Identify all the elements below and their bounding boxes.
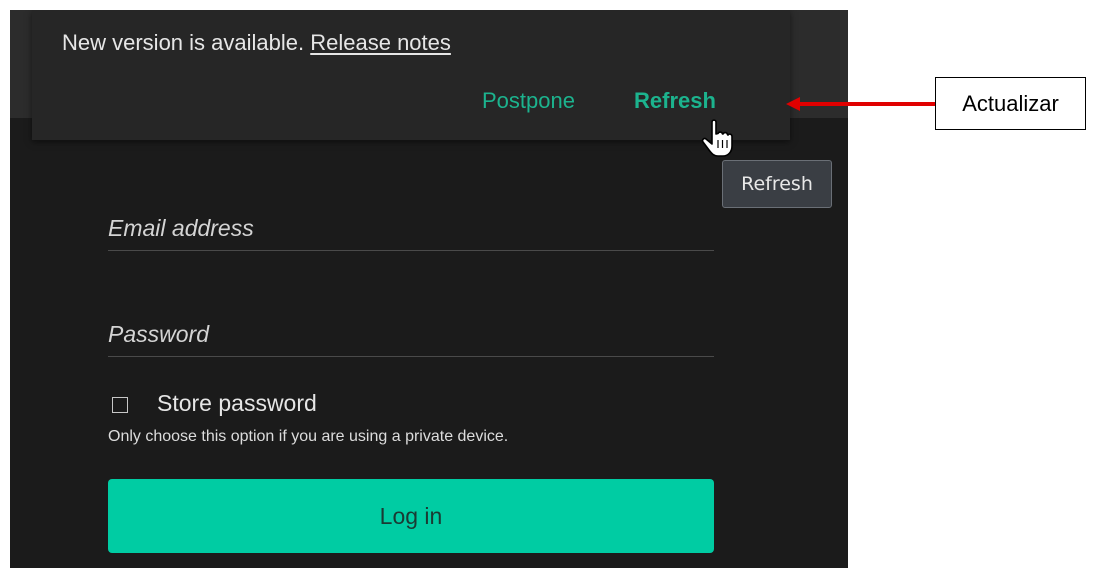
email-field [108, 206, 714, 251]
update-banner: New version is available. Release notes … [32, 10, 790, 140]
store-password-label[interactable]: Store password [157, 390, 317, 417]
refresh-button[interactable]: Refresh [634, 88, 716, 114]
hand-pointer-icon [701, 119, 733, 157]
update-message: New version is available. Release notes [62, 30, 451, 56]
annotation-callout: Actualizar [935, 77, 1086, 130]
store-password-checkbox[interactable] [112, 397, 128, 413]
left-arrow-icon [786, 97, 936, 111]
password-input[interactable] [108, 312, 714, 356]
password-field [108, 312, 714, 357]
release-notes-link[interactable]: Release notes [310, 30, 451, 55]
postpone-button[interactable]: Postpone [482, 88, 575, 114]
store-password-hint: Only choose this option if you are using… [108, 428, 509, 445]
email-input[interactable] [108, 206, 714, 250]
login-button[interactable]: Log in [108, 479, 714, 553]
login-screen: New version is available. Release notes … [10, 10, 848, 568]
refresh-tooltip: Refresh [722, 160, 832, 208]
update-message-text: New version is available. [62, 30, 305, 55]
